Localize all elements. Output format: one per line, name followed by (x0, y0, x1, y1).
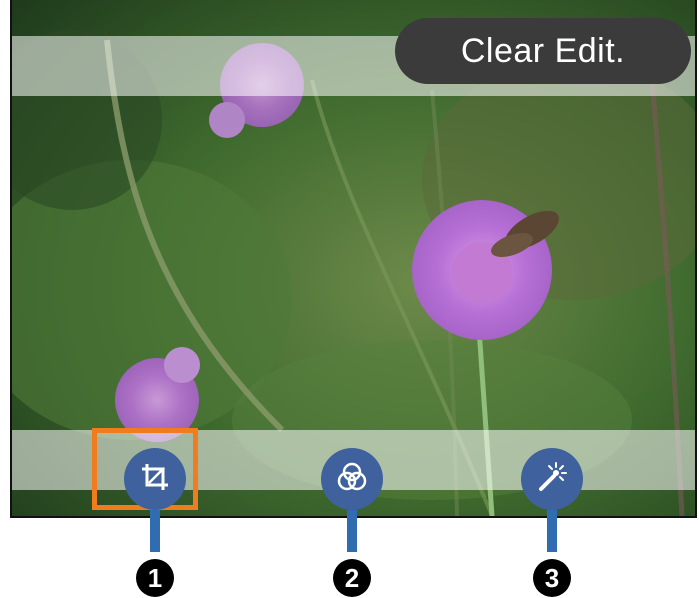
crop-icon (138, 460, 172, 499)
crop-button[interactable] (124, 448, 186, 510)
auto-enhance-button[interactable] (521, 448, 583, 510)
callout-3: 3 (533, 559, 571, 597)
callout-line-1 (150, 510, 160, 552)
callout-1: 1 (136, 559, 174, 597)
color-filter-icon (335, 460, 369, 499)
magic-wand-icon (535, 460, 569, 499)
clear-edit-label: Clear Edit. (460, 31, 626, 70)
callout-2: 2 (333, 559, 371, 597)
callout-line-3 (547, 510, 557, 552)
color-filter-button[interactable] (321, 448, 383, 510)
callout-line-2 (347, 510, 357, 552)
clear-edit-button[interactable]: Clear Edit. (395, 18, 691, 84)
